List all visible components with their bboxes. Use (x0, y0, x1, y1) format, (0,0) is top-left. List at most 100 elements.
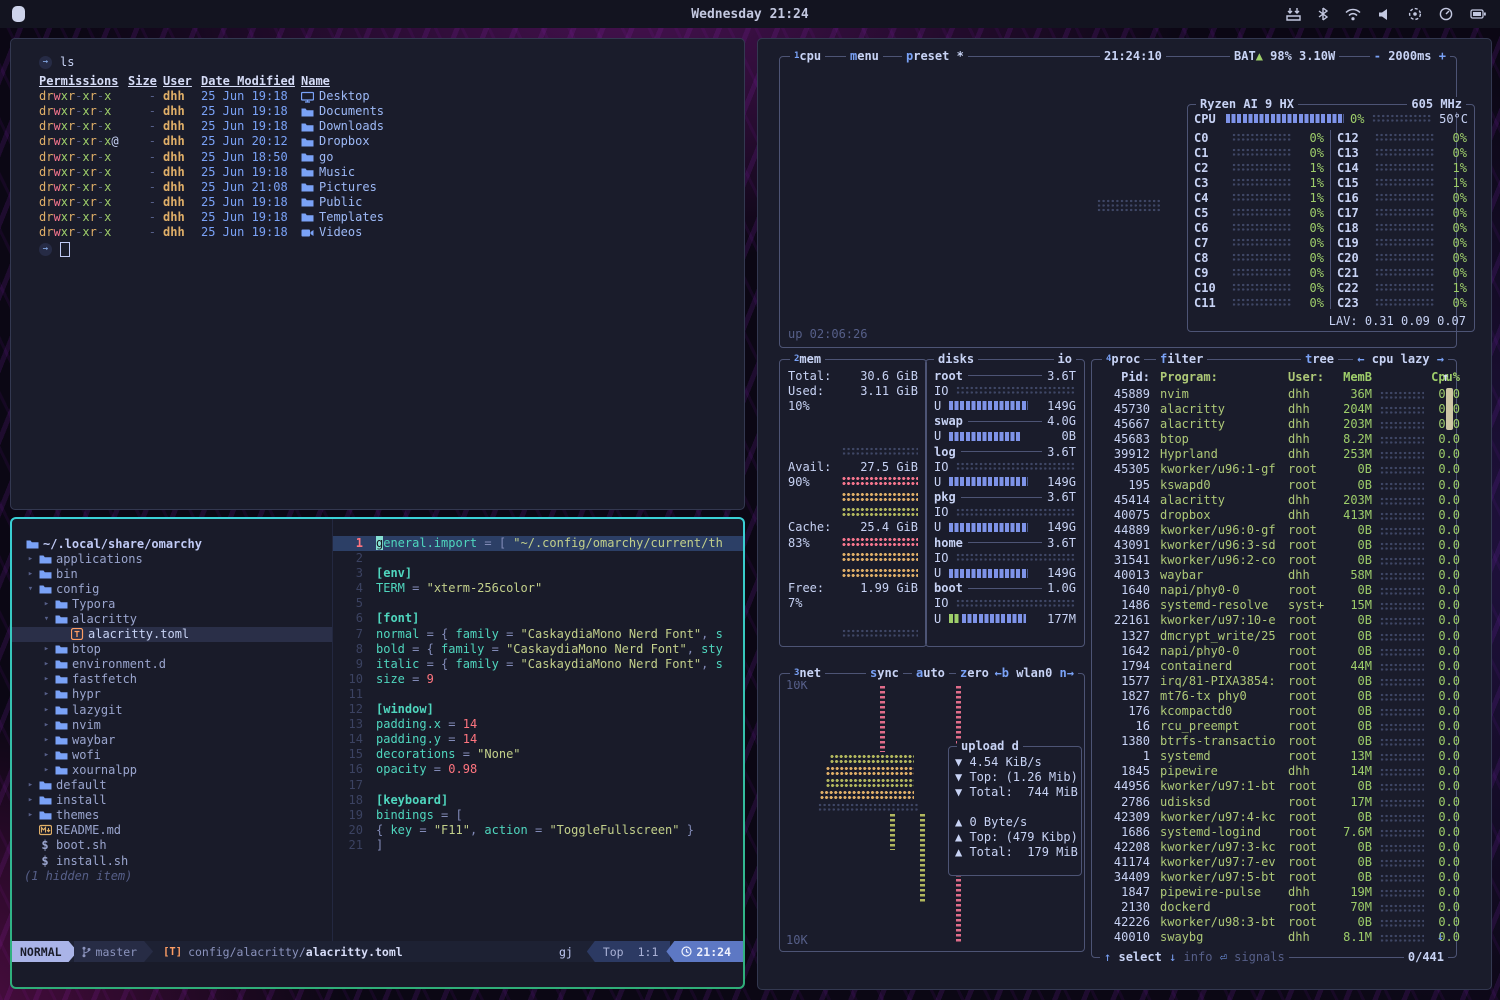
file-name[interactable]: Documents (301, 104, 384, 119)
process-row[interactable]: 2786udisksdroot17M0.0 (1096, 795, 1452, 810)
process-row[interactable]: 45305kworker/u96:1-gfroot0B0.0 (1096, 462, 1452, 477)
tree-item-fastfetch[interactable]: ▸fastfetch (12, 672, 332, 687)
file-name[interactable]: Dropbox (301, 134, 370, 149)
process-row[interactable]: 34409kworker/u97:5-btroot0B0.0 (1096, 870, 1452, 885)
chevron-right-icon[interactable]: ▸ (40, 735, 53, 745)
process-row[interactable]: 1577irq/81-PIXA3854:root0B0.0 (1096, 674, 1452, 689)
tree-item-alacritty.toml[interactable]: alacritty.toml (12, 627, 332, 642)
editor-line-10[interactable]: 10size = 9 (333, 672, 743, 687)
tree-item-default[interactable]: ▸default (12, 778, 332, 793)
editor-line-20[interactable]: 20{ key = "F11", action = "ToggleFullscr… (333, 823, 743, 838)
chevron-right-icon[interactable]: ▸ (40, 750, 53, 760)
file-name[interactable]: Pictures (301, 180, 377, 195)
process-row[interactable]: 1847pipewire-pulsedhh19M0.0 (1096, 885, 1452, 900)
chevron-right-icon[interactable]: ▸ (24, 795, 37, 805)
process-row[interactable]: 43091kworker/u96:3-sdroot0B0.0 (1096, 538, 1452, 553)
process-row[interactable]: 45667alacrittydhh203M0.0 (1096, 417, 1452, 432)
tree-item-alacritty[interactable]: ▾alacritty (12, 611, 332, 626)
process-row[interactable]: 44889kworker/u96:0-gfroot0B0.0 (1096, 523, 1452, 538)
file-name[interactable]: Downloads (301, 119, 384, 134)
net-interface-switch[interactable]: ←b wlan0 n→ (991, 666, 1079, 681)
tree-root[interactable]: ~/.local/share/omarchy (12, 536, 332, 551)
chevron-right-icon[interactable]: ▸ (24, 810, 37, 820)
proc-column-header[interactable]: Program: (1160, 370, 1218, 384)
editor-line-7[interactable]: 7normal = { family = "CaskaydiaMono Nerd… (333, 627, 743, 642)
process-row[interactable]: 39912Hyprlanddhh253M0.0 (1096, 447, 1452, 462)
proc-column-header[interactable]: MemB (1328, 370, 1372, 384)
net-auto-toggle[interactable]: auto (912, 666, 949, 681)
editor-line-16[interactable]: 16opacity = 0.98 (333, 762, 743, 777)
chevron-down-icon[interactable]: ▾ (24, 584, 37, 594)
tree-item-xournalpp[interactable]: ▸xournalpp (12, 762, 332, 777)
file-name[interactable]: Music (301, 165, 355, 180)
file-name[interactable]: go (301, 150, 333, 165)
tree-item-config[interactable]: ▾config (12, 581, 332, 596)
chevron-right-icon[interactable]: ▸ (40, 689, 53, 699)
btop-preset-button[interactable]: preset * (902, 49, 968, 64)
process-row[interactable]: 195kswapd0root0B0.0 (1096, 478, 1452, 493)
proc-column-header[interactable]: Pid: (1098, 370, 1150, 384)
tree-item-lazygit[interactable]: ▸lazygit (12, 702, 332, 717)
process-row[interactable]: 45730alacrittydhh204M0.0 (1096, 402, 1452, 417)
chevron-right-icon[interactable]: ▸ (24, 780, 37, 790)
chevron-down-icon[interactable]: ▾ (40, 614, 53, 624)
btop-menu-button[interactable]: menu (846, 49, 883, 64)
tree-item-hypr[interactable]: ▸hypr (12, 687, 332, 702)
shell-prompt-input[interactable]: → (39, 242, 734, 257)
editor-line-2[interactable]: 2 (333, 551, 743, 566)
editor-line-3[interactable]: 3[env] (333, 566, 743, 581)
editor-line-17[interactable]: 17 (333, 778, 743, 793)
editor-pane[interactable]: 1general.import = [ "~/.config/omarchy/c… (333, 519, 743, 941)
process-row[interactable]: 1686systemd-logindroot7.6M0.0 (1096, 825, 1452, 840)
shell-prompt[interactable]: →ls (39, 55, 734, 70)
process-row[interactable]: 1794containerdroot44M0.0 (1096, 659, 1452, 674)
chevron-right-icon[interactable]: ▸ (40, 659, 53, 669)
proc-select-button[interactable]: select (1118, 950, 1161, 964)
chevron-right-icon[interactable]: ▸ (40, 765, 53, 775)
editor-line-8[interactable]: 8bold = { family = "CaskaydiaMono Nerd F… (333, 642, 743, 657)
editor-line-19[interactable]: 19bindings = [ (333, 808, 743, 823)
chevron-right-icon[interactable]: ▸ (40, 674, 53, 684)
net-zero-toggle[interactable]: zero (956, 666, 993, 681)
tree-item-themes[interactable]: ▸themes (12, 808, 332, 823)
process-row[interactable]: 40010swaybgdhh8.1M0.0 (1096, 930, 1452, 945)
process-row[interactable]: 1327dmcrypt_write/25root0B0.0 (1096, 629, 1452, 644)
file-name[interactable]: Desktop (301, 89, 370, 104)
tree-item-btop[interactable]: ▸btop (12, 642, 332, 657)
editor-line-21[interactable]: 21] (333, 838, 743, 853)
editor-line-13[interactable]: 13padding.x = 14 (333, 717, 743, 732)
tree-item-Typora[interactable]: ▸Typora (12, 596, 332, 611)
process-row[interactable]: 1380btrfs-transactioroot0B0.0 (1096, 734, 1452, 749)
process-row[interactable]: 1642napi/phy0-0root0B0.0 (1096, 644, 1452, 659)
proc-sort-selector[interactable]: ← cpu lazy → (1353, 352, 1448, 367)
proc-filter-button[interactable]: filter (1156, 352, 1207, 367)
tree-item-applications[interactable]: ▸applications (12, 551, 332, 566)
editor-line-11[interactable]: 11 (333, 687, 743, 702)
chevron-right-icon[interactable]: ▸ (40, 720, 53, 730)
chevron-right-icon[interactable]: ▸ (24, 569, 37, 579)
tree-item-bin[interactable]: ▸bin (12, 566, 332, 581)
proc-scrollbar[interactable] (1446, 388, 1453, 430)
chevron-right-icon[interactable]: ▸ (40, 599, 53, 609)
file-name[interactable]: Videos (301, 225, 362, 240)
process-row[interactable]: 45414alacrittydhh203M0.0 (1096, 493, 1452, 508)
process-row[interactable]: 1640napi/phy0-0root0B0.0 (1096, 583, 1452, 598)
process-row[interactable]: 1845pipewiredhh14M0.0 (1096, 764, 1452, 779)
chevron-right-icon[interactable]: ▸ (24, 554, 37, 564)
process-row[interactable]: 42309kworker/u97:4-kcroot0B0.0 (1096, 810, 1452, 825)
process-row[interactable]: 16rcu_preemptroot0B0.0 (1096, 719, 1452, 734)
process-row[interactable]: 45683btopdhh8.2M0.0 (1096, 432, 1452, 447)
process-row[interactable]: 1827mt76-tx phy0root0B0.0 (1096, 689, 1452, 704)
tree-item-README.md[interactable]: README.md (12, 823, 332, 838)
proc-signals-button[interactable]: signals (1234, 950, 1285, 964)
process-row[interactable]: 31541kworker/u96:2-coroot0B0.0 (1096, 553, 1452, 568)
neovim-window[interactable]: ~/.local/share/omarchy▸applications▸bin▾… (10, 517, 745, 989)
tree-item-boot.sh[interactable]: $boot.sh (12, 838, 332, 853)
tree-item-nvim[interactable]: ▸nvim (12, 717, 332, 732)
tree-item-wofi[interactable]: ▸wofi (12, 747, 332, 762)
editor-line-1[interactable]: 1general.import = [ "~/.config/omarchy/c… (333, 536, 743, 551)
process-row[interactable]: 1systemdroot13M0.0 (1096, 749, 1452, 764)
terminal-window-files[interactable]: →lsPermissionsSizeUserDate ModifiedNamed… (10, 38, 745, 510)
editor-line-18[interactable]: 18[keyboard] (333, 793, 743, 808)
process-row[interactable]: 40075dropboxdhh413M0.0 (1096, 508, 1452, 523)
